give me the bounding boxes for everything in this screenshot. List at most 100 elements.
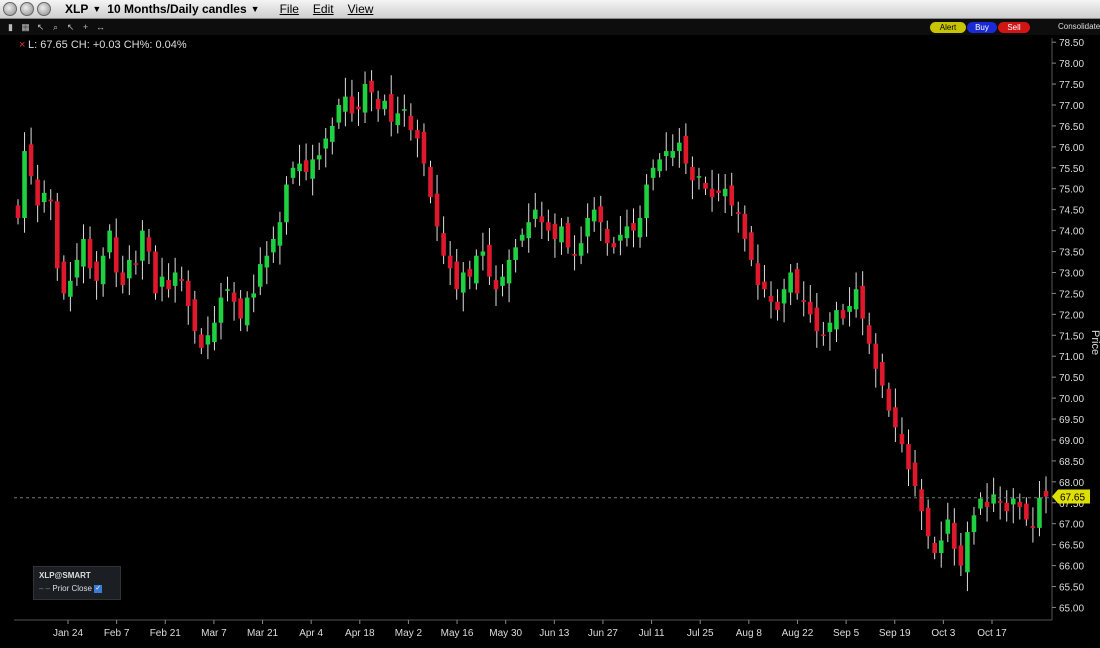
candle-body bbox=[788, 272, 793, 293]
candle-body bbox=[794, 269, 800, 294]
candle-body bbox=[840, 310, 846, 319]
candle-body bbox=[735, 212, 741, 214]
candle-body bbox=[68, 280, 73, 297]
candle-body bbox=[519, 234, 525, 241]
candle-body bbox=[565, 223, 571, 248]
candle-body bbox=[395, 113, 401, 126]
candle-body bbox=[48, 199, 54, 202]
candle-body bbox=[637, 218, 643, 238]
candle-body bbox=[552, 223, 558, 239]
x-tick-label: Aug 8 bbox=[736, 628, 763, 639]
y-tick-label: 77.00 bbox=[1059, 101, 1084, 112]
y-tick-label: 76.50 bbox=[1059, 122, 1084, 133]
candle-body bbox=[159, 276, 165, 287]
candle-body bbox=[650, 167, 656, 178]
price-chart[interactable]: 78.50 78.00 77.50 77.00 76.50 76.00 75.50 75.00… bbox=[0, 0, 1100, 648]
y-tick-label: 66.00 bbox=[1059, 562, 1084, 573]
x-tick-label: Oct 17 bbox=[977, 628, 1007, 639]
candle-body bbox=[54, 201, 60, 269]
candle-body bbox=[310, 159, 315, 179]
candle-body bbox=[709, 188, 715, 198]
candle-body bbox=[349, 96, 355, 114]
candle-body bbox=[644, 184, 649, 219]
y-tick-label: 70.00 bbox=[1059, 394, 1084, 405]
candle-body bbox=[781, 289, 787, 304]
candle-body bbox=[532, 209, 538, 219]
candle-body bbox=[185, 280, 191, 306]
y-tick-label: 77.50 bbox=[1059, 80, 1084, 91]
candle-body bbox=[120, 272, 126, 286]
close-quote-icon: × bbox=[19, 39, 25, 51]
candle-body bbox=[605, 228, 610, 244]
candle-body bbox=[264, 255, 270, 268]
candle-body bbox=[251, 293, 257, 298]
candle-body bbox=[205, 335, 211, 345]
y-tick-label: 74.00 bbox=[1059, 227, 1084, 238]
candle-body bbox=[303, 160, 309, 172]
candle-body bbox=[952, 522, 957, 549]
candle-body bbox=[1004, 502, 1010, 512]
candle-body bbox=[585, 218, 590, 237]
candle-body bbox=[755, 263, 761, 286]
candle-body bbox=[140, 230, 145, 261]
candle-body bbox=[323, 138, 329, 149]
y-tick-label: 69.00 bbox=[1059, 436, 1084, 447]
x-tick-label: Oct 3 bbox=[931, 628, 955, 639]
candle-body bbox=[919, 489, 924, 512]
candle-body bbox=[22, 151, 27, 219]
x-tick-label: Apr 4 bbox=[299, 628, 323, 639]
candle-body bbox=[821, 334, 826, 336]
x-tick-label: Apr 18 bbox=[345, 628, 375, 639]
candle-body bbox=[526, 222, 532, 239]
candle-body bbox=[775, 301, 780, 311]
candle-body bbox=[1043, 491, 1049, 497]
candle-body bbox=[729, 185, 734, 206]
candle-body bbox=[801, 300, 807, 302]
candle-body bbox=[179, 279, 184, 281]
candle-body bbox=[107, 230, 112, 253]
candle-body bbox=[965, 532, 970, 573]
candle-body bbox=[925, 507, 931, 537]
candle-body bbox=[460, 272, 466, 293]
candle-body bbox=[271, 238, 276, 253]
candle-body bbox=[474, 255, 479, 284]
candle-body bbox=[847, 305, 852, 312]
y-tick-label: 71.00 bbox=[1059, 352, 1084, 363]
y-tick-label: 66.50 bbox=[1059, 541, 1084, 552]
candle-body bbox=[513, 247, 518, 260]
x-tick-label: Jul 11 bbox=[639, 628, 665, 639]
x-tick-label: Jun 27 bbox=[588, 628, 618, 639]
candle-body bbox=[663, 151, 669, 157]
candle-body bbox=[231, 292, 237, 302]
candle-body bbox=[146, 237, 152, 252]
y-tick-label: 70.50 bbox=[1059, 373, 1084, 384]
plot-area bbox=[14, 38, 1052, 620]
candle-body bbox=[133, 263, 139, 265]
chart-legend: XLP@SMART ‒ ‒ Prior Close ✓ bbox=[33, 566, 121, 600]
candle-body bbox=[336, 104, 342, 123]
y-tick-label: 76.00 bbox=[1059, 143, 1084, 154]
candle-body bbox=[28, 144, 34, 177]
x-tick-label: Mar 7 bbox=[201, 628, 227, 639]
candle-body bbox=[1010, 498, 1016, 505]
candle-body bbox=[506, 259, 512, 284]
candle-body bbox=[244, 297, 250, 326]
y-tick-label: 75.00 bbox=[1059, 185, 1084, 196]
x-tick-label: Jan 24 bbox=[53, 628, 83, 639]
prior-close-checkbox[interactable]: ✓ bbox=[94, 584, 103, 593]
candle-body bbox=[297, 163, 302, 172]
candle-body bbox=[1037, 497, 1042, 528]
x-tick-label: Sep 5 bbox=[833, 628, 860, 639]
candle-body bbox=[670, 151, 676, 158]
candle-body bbox=[749, 232, 754, 260]
candle-body bbox=[912, 462, 918, 487]
candle-body bbox=[690, 166, 695, 181]
candle-body bbox=[388, 94, 394, 122]
candle-body bbox=[880, 362, 885, 386]
candle-body bbox=[539, 216, 545, 223]
candle-body bbox=[624, 226, 630, 239]
candle-body bbox=[61, 261, 67, 294]
y-tick-label: 74.50 bbox=[1059, 206, 1084, 217]
y-tick-label: 78.00 bbox=[1059, 59, 1084, 70]
candle-body bbox=[611, 243, 617, 248]
